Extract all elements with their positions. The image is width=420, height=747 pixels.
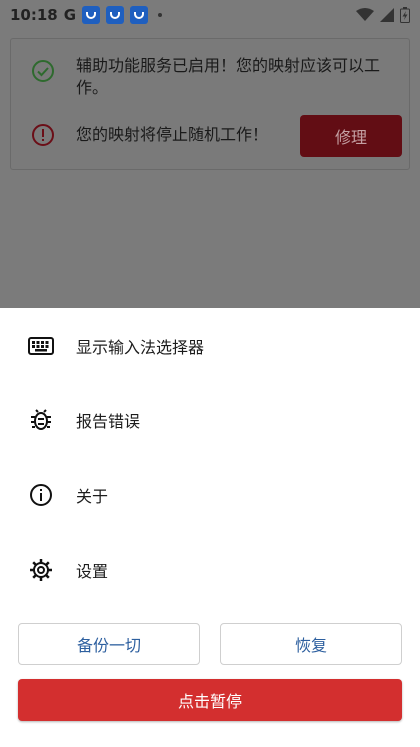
app-icon: [106, 6, 125, 24]
app-icon: [130, 6, 149, 24]
check-circle-icon: [32, 60, 54, 82]
gear-icon: [28, 557, 54, 583]
signal-icon: [380, 8, 394, 22]
battery-icon: [400, 7, 410, 23]
menu-item-settings[interactable]: 设置: [0, 533, 420, 607]
info-icon: [28, 482, 54, 508]
google-icon: G: [63, 6, 77, 24]
backup-all-button[interactable]: 备份一切: [18, 623, 200, 665]
status-time: 10:18: [10, 6, 58, 24]
status-card: 辅助功能服务已启用！您的映射应该可以工作。 您的映射将停止随机工作！ 修理: [10, 38, 410, 170]
menu-item-label: 设置: [76, 562, 109, 581]
bottom-sheet: 显示输入法选择器 报告错误 关于 设置 备份一切 恢复 点击暂停: [0, 308, 420, 747]
keyboard-icon: [28, 333, 54, 359]
service-message: 辅助功能服务已启用！您的映射应该可以工作。: [76, 56, 381, 97]
warning-message: 您的映射将停止随机工作！: [76, 125, 269, 144]
fix-button[interactable]: 修理: [300, 115, 402, 157]
menu-item-report-bug[interactable]: 报告错误: [0, 383, 420, 457]
error-circle-icon: [32, 124, 54, 146]
app-icon: [82, 6, 101, 24]
status-bar: 10:18 G: [0, 0, 420, 30]
menu-item-about[interactable]: 关于: [0, 458, 420, 532]
menu-item-label: 显示输入法选择器: [76, 338, 205, 357]
wifi-icon: [356, 8, 374, 21]
bug-icon: [28, 407, 54, 433]
menu-item-label: 关于: [76, 487, 109, 506]
notification-dot-icon: [158, 13, 163, 17]
pause-button[interactable]: 点击暂停: [18, 679, 402, 721]
menu-item-input-method-picker[interactable]: 显示输入法选择器: [0, 309, 420, 383]
menu-item-label: 报告错误: [76, 412, 141, 431]
restore-button[interactable]: 恢复: [220, 623, 402, 665]
